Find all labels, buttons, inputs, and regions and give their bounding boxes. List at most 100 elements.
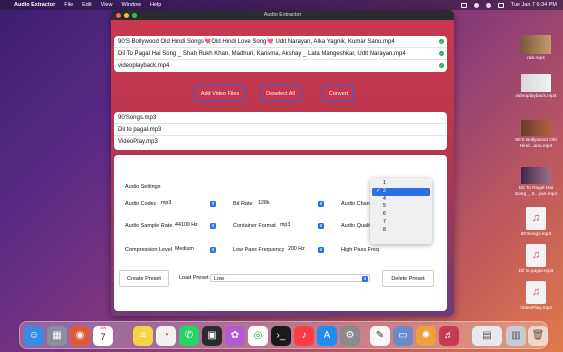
list-item[interactable]: Dil to pagal.mp3 (114, 124, 447, 136)
list-item[interactable]: videoplayback.mp4 ✓ (114, 60, 447, 71)
whatsapp-icon[interactable]: ✆ (179, 326, 199, 346)
bitrate-value[interactable]: 128k (258, 200, 270, 207)
video-file-name: videoplayback.mp4 (118, 62, 170, 69)
desktop-file-name: Dil To Pagal Hai Song _ S...yan.mp4 (514, 186, 558, 197)
bitrate-stepper-icon[interactable]: ⬍ (318, 200, 324, 207)
list-item[interactable]: VideoPlay.mp3 (114, 136, 447, 147)
audio-extractor-window: Audio Extractor 90'S Bollywood Old Hindi… (111, 10, 454, 316)
container-stepper-icon[interactable]: ⬍ (318, 222, 324, 229)
desktop-file-name: 90'S Bollywood Old Hind...anu.mp4 (515, 138, 557, 149)
list-item[interactable]: Dil To Pagal Hai Song _ Shah Rukh Khan, … (114, 48, 447, 60)
notes-icon[interactable]: ≡ (133, 326, 153, 346)
bitrate-label: Bit Rate (233, 201, 253, 207)
create-preset-button[interactable]: Create Preset (119, 270, 169, 287)
channel-option-8[interactable]: 8 (370, 227, 432, 235)
video-thumbnail-icon (521, 35, 551, 54)
highpass-label: High Pass Freq (341, 247, 379, 253)
load-preset-value: Low (214, 276, 225, 282)
chrome-icon[interactable]: ◎ (248, 326, 268, 346)
calendar-icon[interactable]: JAN 7 (93, 326, 113, 346)
music-icon[interactable]: ♪ (294, 326, 314, 346)
chrome-dev-icon[interactable]: ◉ (70, 326, 90, 346)
channel-option-1[interactable]: 1 (370, 180, 432, 188)
desktop-file[interactable]: 90'S Bollywood Old Hind...anu.mp4 (514, 120, 558, 149)
menu-help[interactable]: Help (150, 2, 161, 8)
menu-clock[interactable]: Tue Jan 7 6:34 PM (511, 2, 557, 8)
textedit-icon[interactable]: ✎ (370, 326, 390, 346)
wifi-icon[interactable] (473, 2, 479, 8)
lowpass-value[interactable]: 200 Hz (288, 246, 305, 253)
list-item[interactable]: 90'S Bollywood Old Hindi Songs💘Old Hindi… (114, 36, 447, 48)
deselect-all-button[interactable]: Deselect All (260, 85, 301, 102)
launchpad-icon[interactable]: ▦ (47, 326, 67, 346)
terminal-icon[interactable]: ›_ (271, 326, 291, 346)
search-icon[interactable] (485, 2, 491, 8)
quality-label: Audio Quality (341, 223, 374, 229)
desktop-file[interactable]: videoplayback.mp4 (514, 74, 558, 100)
audio-file-name: VideoPlay.mp3 (118, 138, 158, 145)
audio-file-icon: ♫ (526, 244, 546, 267)
add-video-files-button[interactable]: Add Video Files (195, 85, 245, 102)
channel-option-5[interactable]: 5 (370, 203, 432, 211)
channel-option-6[interactable]: 6 (370, 211, 432, 219)
audio-extractor-icon[interactable]: ♬ (439, 326, 459, 346)
downloads-icon[interactable]: ▤ (472, 326, 502, 346)
codec-label: Audio Codec (125, 201, 157, 207)
desktop-file-name: 90'Songs.mp3 (520, 232, 552, 237)
documents-icon[interactable]: ▥ (506, 326, 526, 346)
menu-edit[interactable]: Edit (82, 2, 91, 8)
desktop-file-name: videoplayback.mp4 (515, 94, 557, 99)
photo-icon[interactable]: ▣ (202, 326, 222, 346)
load-preset-select[interactable]: Low ⬍ (210, 274, 370, 282)
checkmark-icon: ✓ (376, 187, 381, 194)
menu-bar: Audio Extractor File Edit View Window He… (0, 0, 563, 10)
appstore-icon[interactable]: A (317, 326, 337, 346)
container-value[interactable]: mp3 (280, 222, 290, 229)
audio-file-name: 90'Songs.mp3 (118, 114, 157, 121)
settings-icon[interactable]: ⚙ (340, 326, 360, 346)
chevron-down-icon[interactable]: ⬍ (362, 275, 368, 282)
channel-option-2-selected[interactable]: ✓ 2 (372, 187, 430, 196)
desktop-file[interactable]: ♫ VideoPlay.mp3 (514, 281, 558, 312)
menu-window[interactable]: Window (121, 2, 141, 8)
codec-stepper-icon[interactable]: ⬍ (210, 200, 216, 207)
trash-icon[interactable]: 🗑 (528, 326, 548, 346)
menu-view[interactable]: View (101, 2, 113, 8)
desktop-file[interactable]: ♫ 90'Songs.mp3 (514, 207, 558, 238)
photos-icon[interactable]: ✺ (416, 326, 436, 346)
sample-rate-value[interactable]: 44100 Hz (175, 222, 198, 229)
compression-stepper-icon[interactable]: ⬍ (210, 246, 216, 253)
desktop-file[interactable]: ♫ Dil to pagal.mp3 (514, 244, 558, 275)
convert-button[interactable]: Convert (323, 85, 354, 102)
channel-option-7[interactable]: 7 (370, 219, 432, 227)
desktop-file[interactable]: rab.mp4 (514, 35, 558, 62)
checkmark-icon[interactable]: ✓ (439, 63, 444, 68)
window-titlebar: Audio Extractor (111, 10, 454, 20)
delete-preset-button[interactable]: Delete Preset (382, 270, 434, 287)
preview-icon[interactable]: ▭ (393, 326, 413, 346)
desktop-file[interactable]: Dil To Pagal Hai Song _ S...yan.mp4 (514, 167, 558, 197)
audio-file-list: 90'Songs.mp3 Dil to pagal.mp3 VideoPlay.… (114, 112, 447, 150)
menu-file[interactable]: File (64, 2, 73, 8)
chrome-canary-icon[interactable]: ◔ (156, 326, 176, 346)
codec-value[interactable]: mp3 (161, 200, 171, 207)
channel-option-4[interactable]: 4 (370, 196, 432, 204)
minimize-window-button[interactable] (124, 12, 129, 18)
finder-icon[interactable]: ☺ (24, 326, 44, 346)
audio-file-name: Dil to pagal.mp3 (118, 126, 162, 133)
lowpass-stepper-icon[interactable]: ⬍ (318, 246, 324, 253)
list-item[interactable]: 90'Songs.mp3 (114, 112, 447, 124)
video-thumbnail-icon (521, 74, 551, 92)
close-window-button[interactable] (116, 12, 121, 18)
sample-rate-stepper-icon[interactable]: ⬍ (210, 222, 216, 229)
audio-channel-dropdown[interactable]: 1 ✓ 2 4 5 6 7 8 (370, 178, 432, 244)
control-center-icon[interactable] (497, 2, 504, 8)
checkmark-icon[interactable]: ✓ (439, 51, 444, 56)
window-title: Audio Extractor (263, 12, 302, 18)
compression-value[interactable]: Medium (175, 246, 194, 253)
battery-icon[interactable] (460, 2, 467, 8)
menu-app-name[interactable]: Audio Extractor (14, 2, 55, 8)
zoom-window-button[interactable] (132, 12, 137, 18)
mindmap-icon[interactable]: ✿ (225, 326, 245, 346)
checkmark-icon[interactable]: ✓ (439, 39, 444, 44)
